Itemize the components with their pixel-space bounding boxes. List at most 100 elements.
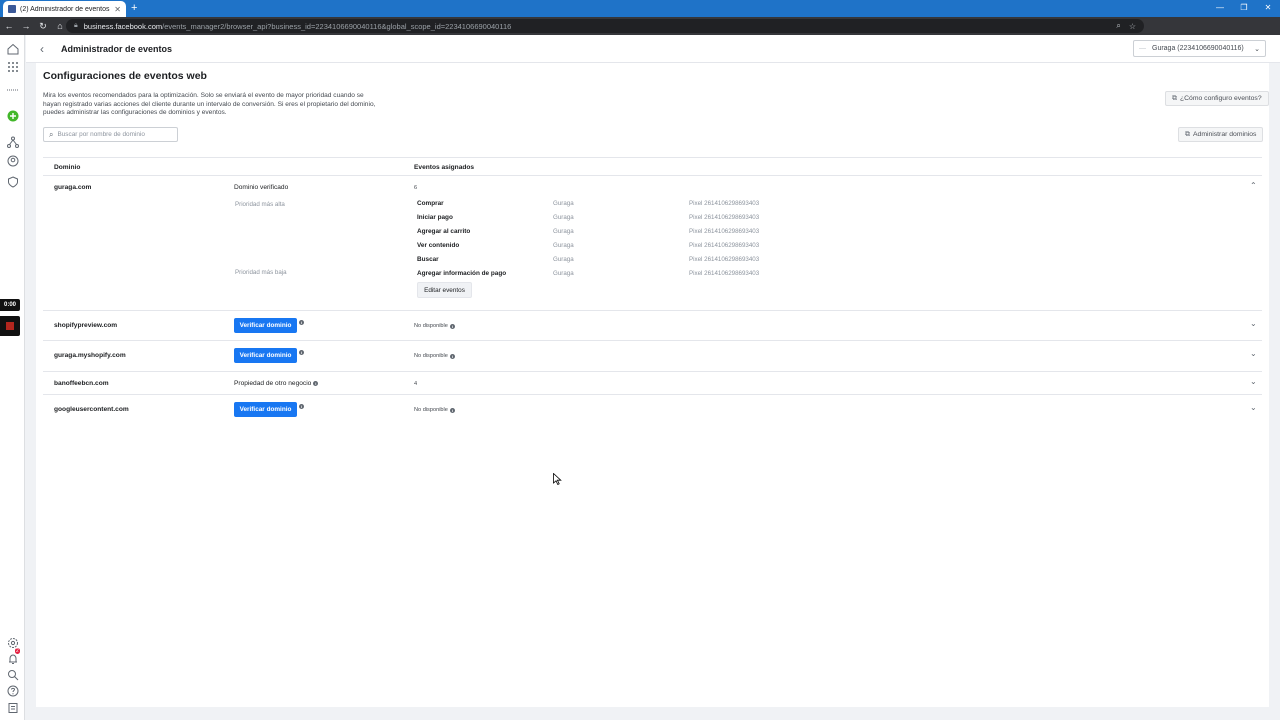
restore-icon[interactable]: ❐	[1232, 0, 1256, 17]
close-tab-icon[interactable]: ✕	[114, 5, 121, 14]
info-icon[interactable]: i	[449, 323, 455, 329]
forward-arrow-icon[interactable]: →	[18, 21, 34, 31]
table-row[interactable]: banoffeebcn.com Propiedad de otro negoci…	[43, 372, 1262, 395]
recording-timer: 0:00	[0, 299, 20, 311]
domain-status-text: Propiedad de otro negocio	[234, 380, 312, 387]
chevron-down-icon[interactable]: ⌄	[1250, 319, 1257, 328]
manage-domains-button[interactable]: ⧉ Administrar dominios	[1178, 127, 1264, 142]
browser-toolbar: ← → ↻ ⌂ 🔒︎ business.facebook.com/events_…	[0, 17, 1280, 48]
audience-icon[interactable]	[6, 154, 19, 167]
add-circle-icon[interactable]	[6, 109, 19, 122]
external-link-icon: ⧉	[1185, 130, 1190, 138]
event-pixel: Pixel 2614106298693403	[689, 214, 760, 221]
zoom-search-icon[interactable]: ⌕	[1116, 21, 1120, 31]
card-description: Mira los eventos recomendados para la op…	[43, 92, 376, 117]
chevron-down-icon[interactable]: ⌄	[1250, 403, 1257, 412]
event-source: Guraga	[553, 242, 574, 249]
chevron-down-icon[interactable]: ⌄	[1250, 349, 1257, 358]
info-icon[interactable]: i	[449, 353, 455, 359]
priority-low-label: Prioridad más baja	[235, 269, 287, 276]
table-row[interactable]: googleusercontent.com Verificar dominio …	[43, 395, 1262, 426]
list-item: Agregar al carrito Guraga Pixel 26141062…	[417, 225, 817, 239]
back-chevron-icon[interactable]: ‹	[40, 42, 44, 56]
page-title: Administrador de eventos	[61, 44, 173, 54]
event-name: Agregar información de pago	[417, 270, 507, 277]
minimize-icon[interactable]: —	[1208, 0, 1232, 17]
domain-search-input[interactable]	[57, 131, 168, 138]
bookmark-star-icon[interactable]: ☆	[1129, 22, 1136, 31]
info-icon[interactable]: i	[299, 320, 304, 325]
bell-icon[interactable]: 2	[6, 648, 20, 665]
event-source: Guraga	[553, 256, 574, 263]
assigned-events-count: 4	[414, 381, 418, 387]
external-link-icon: ⧉	[1172, 94, 1177, 102]
event-source: Guraga	[553, 270, 574, 277]
event-name: Agregar al carrito	[417, 228, 471, 235]
page-header: ‹ Administrador de eventos — Guraga (223…	[26, 35, 1280, 63]
report-icon[interactable]	[6, 701, 19, 714]
account-selector[interactable]: — Guraga (2234106690040116) ⌄	[1133, 40, 1266, 57]
list-item: Ver contenido Guraga Pixel 2614106298693…	[417, 239, 817, 253]
domain-name: guraga.com	[54, 184, 92, 191]
domain-status: Dominio verificado	[234, 184, 289, 191]
table-row[interactable]: shopifypreview.com Verificar dominio i N…	[43, 311, 1262, 341]
network-icon[interactable]	[6, 135, 19, 148]
info-icon[interactable]: i	[449, 407, 455, 413]
table-row[interactable]: guraga.com Dominio verificado 6 ⌃ Priori…	[43, 176, 1262, 311]
verify-domain-button[interactable]: Verificar dominio	[234, 402, 297, 417]
account-name: Guraga (2234106690040116)	[1152, 45, 1244, 52]
verify-domain-button[interactable]: Verificar dominio	[234, 318, 297, 333]
facebook-favicon-icon	[8, 5, 16, 13]
reload-icon[interactable]: ↻	[35, 21, 51, 32]
more-dots-icon[interactable]	[6, 83, 19, 96]
card-title: Configuraciones de eventos web	[43, 70, 207, 82]
url-host: business.facebook.com	[83, 21, 163, 31]
event-pixel: Pixel 2614106298693403	[689, 228, 760, 235]
assigned-events-status: No disponible i	[414, 353, 455, 359]
stop-recording-button[interactable]	[0, 316, 20, 336]
shield-icon[interactable]	[6, 175, 19, 188]
new-tab-button[interactable]: +	[131, 2, 137, 14]
domain-search-box[interactable]: ⌕	[43, 127, 178, 142]
help-icon[interactable]	[6, 684, 19, 697]
account-dash-icon: —	[1139, 45, 1146, 52]
chevron-up-icon[interactable]: ⌃	[1250, 181, 1257, 190]
url-path: /events_manager2/browser_api?business_id…	[162, 21, 512, 31]
event-pixel: Pixel 2614106298693403	[689, 270, 760, 277]
stop-icon	[6, 322, 14, 330]
lock-icon[interactable]: 🔒︎	[74, 22, 78, 30]
chevron-down-icon[interactable]: ⌄	[1250, 377, 1257, 386]
event-source: Guraga	[553, 214, 574, 221]
close-window-icon[interactable]: ✕	[1256, 0, 1280, 17]
browser-tab-title: (2) Administrador de eventos	[20, 5, 110, 13]
info-icon[interactable]: i	[313, 381, 319, 386]
domain-name: banoffeebcn.com	[54, 380, 109, 387]
domain-name: shopifypreview.com	[54, 322, 118, 329]
info-icon[interactable]: i	[299, 350, 304, 355]
domain-name: guraga.myshopify.com	[54, 352, 126, 359]
apps-grid-icon[interactable]	[6, 60, 19, 73]
verify-domain-button[interactable]: Verificar dominio	[234, 348, 297, 363]
list-item: Iniciar pago Guraga Pixel 26141062986934…	[417, 211, 817, 225]
browser-tab[interactable]: (2) Administrador de eventos ✕	[3, 1, 126, 17]
edit-events-button[interactable]: Editar eventos	[417, 282, 472, 298]
event-pixel: Pixel 2614106298693403	[689, 256, 760, 263]
notification-badge: 2	[15, 648, 20, 654]
event-pixel: Pixel 2614106298693403	[689, 242, 760, 249]
url-bar[interactable]: 🔒︎ business.facebook.com/events_manager2…	[66, 19, 1144, 33]
search-icon[interactable]	[6, 668, 19, 681]
domain-name: googleusercontent.com	[54, 406, 129, 413]
left-nav: 2	[0, 35, 25, 720]
list-item: Buscar Guraga Pixel 2614106298693403	[417, 253, 817, 267]
column-header-events: Eventos asignados	[414, 164, 475, 171]
how-to-configure-button[interactable]: ⧉ ¿Cómo configuro eventos?	[1165, 91, 1269, 106]
browser-tab-bar: (2) Administrador de eventos ✕ + — ❐ ✕	[0, 0, 1280, 17]
back-arrow-icon[interactable]: ←	[1, 21, 17, 31]
priority-high-label: Prioridad más alta	[235, 201, 285, 208]
domain-status: Propiedad de otro negocio i	[234, 380, 319, 387]
table-row[interactable]: guraga.myshopify.com Verificar dominio i…	[43, 341, 1262, 372]
info-icon[interactable]: i	[299, 404, 304, 409]
assigned-events-text: No disponible	[414, 353, 448, 359]
event-name: Iniciar pago	[417, 214, 453, 221]
home-icon[interactable]	[6, 42, 19, 55]
